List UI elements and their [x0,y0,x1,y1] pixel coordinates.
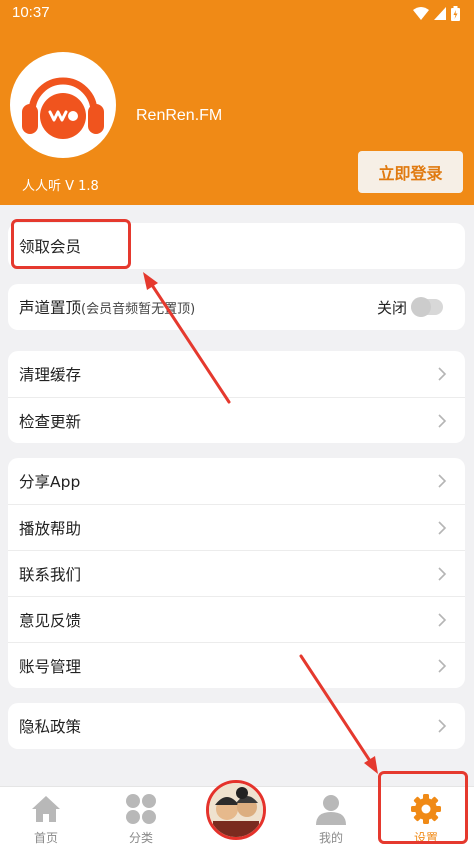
contact-us-label: 联系我们 [19,565,82,584]
channel-pin-label: 声道置顶 [19,299,82,317]
chevron-right-icon [438,474,447,488]
toggle-state-label: 关闭 [376,299,407,317]
profile-header: 人人听 V 1.8 RenRen.FM 立即登录 [0,28,474,205]
channel-pin-sub: (会员音频暂无置顶) [81,301,196,317]
chevron-right-icon [438,719,447,733]
share-app-label: 分享App [19,473,81,491]
cache-update-card: 清理缓存 检查更新 [8,351,465,443]
check-update-row[interactable]: 检查更新 [8,397,465,443]
login-button[interactable]: 立即登录 [358,151,463,193]
feedback-row[interactable]: 意见反馈 [8,596,465,642]
chevron-right-icon [438,367,447,381]
home-icon [32,796,60,822]
chevron-right-icon [438,659,447,673]
clear-cache-label: 清理缓存 [19,366,82,384]
check-update-label: 检查更新 [19,412,82,431]
general-card: 分享App 播放帮助 联系我们 意见反馈 账号管理 [8,458,465,688]
app-logo [10,52,116,158]
status-time: 10:37 [12,4,50,21]
privacy-card: 隐私政策 [8,703,465,749]
clear-cache-row[interactable]: 清理缓存 [8,351,465,397]
member-row[interactable]: 领取会员 [8,223,465,269]
grid-icon [126,794,156,824]
tab-settings-label: 设置 [413,831,438,844]
play-help-row[interactable]: 播放帮助 [8,504,465,550]
person-icon [316,795,346,825]
tab-mine-label: 我的 [318,831,343,844]
toggle-knob [411,297,431,317]
account-manage-label: 账号管理 [19,657,82,676]
play-help-label: 播放帮助 [19,519,82,538]
privacy-policy-label: 隐私政策 [19,718,82,736]
chevron-right-icon [438,521,447,535]
app-name: RenRen.FM [136,107,223,124]
channel-pin-toggle[interactable] [411,297,443,317]
tab-mine[interactable]: 我的 [286,787,376,844]
status-icons [413,6,460,21]
tab-home-label: 首页 [33,831,58,844]
member-card[interactable]: 领取会员 [8,223,465,269]
feedback-label: 意见反馈 [19,611,82,630]
signal-icon [434,7,446,20]
tab-category[interactable]: 分类 [96,787,186,844]
battery-icon [451,6,460,21]
channel-pin-row: 声道置顶 (会员音频暂无置顶) 关闭 [8,284,465,330]
privacy-policy-row[interactable]: 隐私政策 [8,703,465,749]
tab-category-label: 分类 [128,831,153,844]
status-bar: 10:37 [0,0,474,28]
channel-card: 声道置顶 (会员音频暂无置顶) 关闭 [8,284,465,330]
tab-settings[interactable]: 设置 [381,787,471,844]
share-app-row[interactable]: 分享App [8,458,465,504]
now-playing-avatar[interactable] [206,780,266,840]
tab-home[interactable]: 首页 [1,787,91,844]
account-manage-row[interactable]: 账号管理 [8,642,465,688]
app-version: 人人听 V 1.8 [22,179,99,194]
contact-us-row[interactable]: 联系我们 [8,550,465,596]
chevron-right-icon [438,567,447,581]
wifi-icon [413,7,429,20]
gear-icon [411,794,441,824]
chevron-right-icon [438,613,447,627]
chevron-right-icon [438,414,447,428]
member-label: 领取会员 [19,238,82,256]
